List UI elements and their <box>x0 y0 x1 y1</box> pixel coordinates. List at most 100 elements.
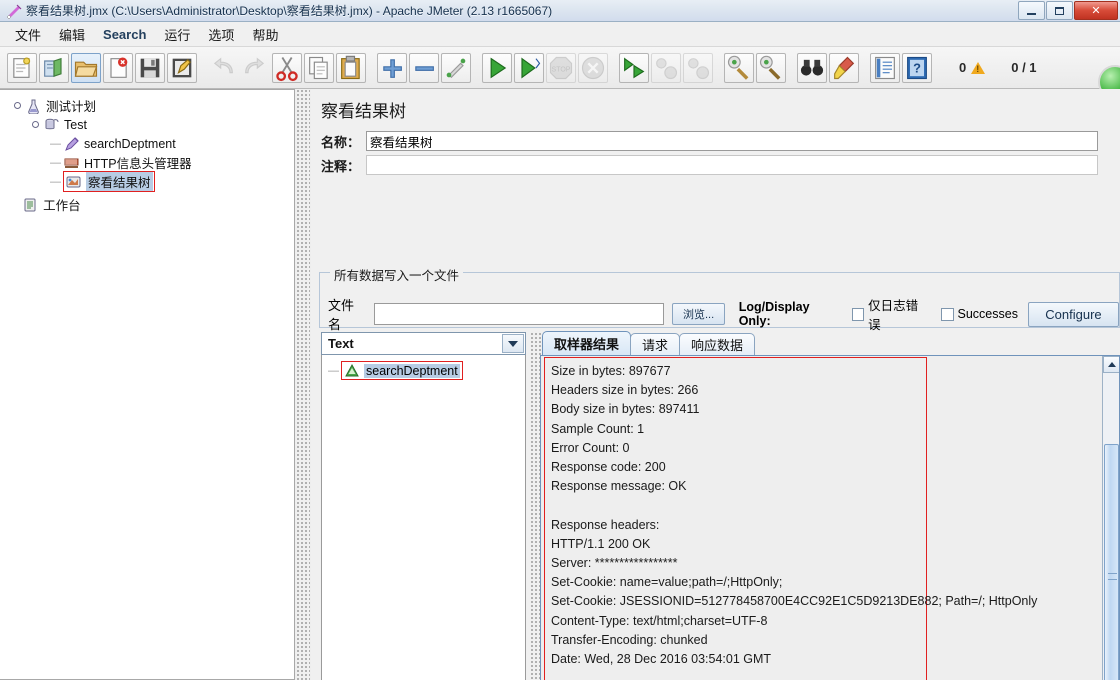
response-line: Response code: 200 <box>551 460 666 475</box>
comment-input[interactable] <box>366 155 1099 175</box>
svg-text:STOP: STOP <box>552 66 571 73</box>
renderer-combo[interactable]: Text <box>321 332 526 355</box>
tree-node-thread-group[interactable]: Test <box>6 115 294 134</box>
menu-edit[interactable]: 编辑 <box>50 22 94 47</box>
maximize-button[interactable] <box>1046 1 1073 20</box>
search-button[interactable] <box>797 52 827 83</box>
help-button[interactable]: ? <box>902 52 932 83</box>
start-no-pause-button[interactable] <box>514 52 544 83</box>
reset-search-button[interactable] <box>829 52 859 83</box>
sample-result-tree[interactable]: — searchDeptment <box>321 355 526 680</box>
copy-button[interactable] <box>304 52 334 83</box>
shutdown-button[interactable] <box>578 52 608 83</box>
open-button[interactable] <box>71 52 101 83</box>
thread-counter: 0 / 1 <box>1011 60 1037 75</box>
browse-button[interactable]: 浏览... <box>672 303 725 325</box>
title-bar: 察看结果树.jmx (C:\Users\Administrator\Deskto… <box>0 0 1120 22</box>
scrollbar-thumb[interactable] <box>1104 444 1119 680</box>
expander-icon[interactable] <box>32 120 41 129</box>
warning-triangle-icon <box>971 61 986 74</box>
start-remote-button[interactable] <box>619 52 649 83</box>
menu-help[interactable]: 帮助 <box>243 22 287 47</box>
sample-row[interactable]: — searchDeptment <box>322 361 525 380</box>
tree-node-label: Test <box>64 117 87 132</box>
toggle-button[interactable] <box>441 52 471 83</box>
response-line-blank <box>551 496 926 515</box>
cut-button[interactable] <box>272 52 302 83</box>
http-sampler-icon <box>63 136 80 152</box>
view-results-tree-icon <box>65 174 82 190</box>
menu-options[interactable]: 选项 <box>199 22 243 47</box>
jmeter-window: 察看结果树.jmx (C:\Users\Administrator\Deskto… <box>0 0 1120 680</box>
function-helper-button[interactable] <box>870 52 900 83</box>
undo-button[interactable] <box>208 53 238 83</box>
tab-request[interactable]: 请求 <box>630 333 681 355</box>
tree-node-workbench[interactable]: 工作台 <box>6 195 294 214</box>
chevron-down-icon[interactable] <box>502 334 524 353</box>
response-line: Server: ***************** <box>551 556 678 571</box>
error-counter: 0 <box>959 60 986 75</box>
workbench-icon <box>22 197 39 213</box>
configure-button[interactable]: Configure <box>1027 301 1119 327</box>
redo-button[interactable] <box>240 53 270 83</box>
tree-node-label: 测试计划 <box>46 100 97 114</box>
window-title: 察看结果树.jmx (C:\Users\Administrator\Deskto… <box>26 4 553 18</box>
thread-group-icon <box>43 117 60 133</box>
scroll-up-icon[interactable] <box>1103 356 1119 373</box>
svg-text:?: ? <box>913 60 921 75</box>
successes-label: Successes <box>957 307 1018 321</box>
successes-checkbox[interactable]: Successes <box>940 307 1018 321</box>
sampler-result-view[interactable]: Size in bytes: 897677 Headers size in by… <box>540 355 1120 680</box>
tab-sampler-result[interactable]: 取样器结果 <box>542 331 632 355</box>
minimize-button[interactable] <box>1018 1 1045 20</box>
main-split-divider[interactable] <box>296 89 310 680</box>
errors-only-label: 仅日志错误 <box>868 299 919 332</box>
stop-button[interactable]: STOP <box>546 52 576 83</box>
tree-node-header-manager[interactable]: — HTTP信息头管理器 <box>6 153 294 172</box>
tree-line: — <box>50 175 61 188</box>
menu-file[interactable]: 文件 <box>6 22 50 47</box>
clear-all-button[interactable] <box>756 52 786 83</box>
errors-only-checkbox[interactable]: 仅日志错误 <box>851 295 929 333</box>
expander-icon[interactable] <box>14 101 23 110</box>
start-button[interactable] <box>482 52 512 83</box>
clear-button[interactable] <box>724 52 754 83</box>
results-right-panel: 取样器结果 请求 响应数据 Size in bytes: 897677 Head… <box>540 331 1120 680</box>
new-button[interactable] <box>7 52 37 83</box>
test-plan-tree[interactable]: 测试计划 Test — searchDeptment — HTTP信息头管理器 … <box>0 90 294 214</box>
expand-all-button[interactable] <box>377 52 407 83</box>
response-line: Response headers: <box>551 517 660 532</box>
menu-search[interactable]: Search <box>94 24 155 45</box>
response-line: Content-Type: text/html;charset=UTF-8 <box>551 613 768 628</box>
filename-label: 文件名 <box>328 298 355 332</box>
response-line: Set-Cookie: JSESSIONID=512778458700E4CC9… <box>551 594 1038 609</box>
templates-button[interactable] <box>39 52 69 83</box>
save-as-button[interactable] <box>167 52 197 83</box>
stop-remote-button[interactable] <box>651 52 681 83</box>
tree-node-label: HTTP信息头管理器 <box>84 157 192 171</box>
save-button[interactable] <box>135 52 165 83</box>
results-left-panel: Text — searchDeptment <box>321 332 526 680</box>
checkbox-box <box>851 307 865 321</box>
close-button[interactable]: ✕ <box>1074 1 1118 20</box>
response-vertical-scrollbar[interactable] <box>1102 356 1119 680</box>
tree-node-test-plan[interactable]: 测试计划 <box>6 96 294 115</box>
collapse-all-button[interactable] <box>409 52 439 83</box>
shutdown-remote-button[interactable] <box>683 52 713 83</box>
result-tabs: 取样器结果 请求 响应数据 <box>540 331 1120 355</box>
response-line: Transfer-Encoding: chunked <box>551 632 708 647</box>
paste-button[interactable] <box>336 52 366 83</box>
selection-highlight-box: searchDeptment <box>341 361 463 380</box>
response-line: Error Count: 0 <box>551 440 630 455</box>
test-plan-icon <box>25 98 42 114</box>
tab-response-data[interactable]: 响应数据 <box>679 333 756 355</box>
tree-node-label: 察看结果树 <box>86 172 153 191</box>
response-text-highlight: Size in bytes: 897677 Headers size in by… <box>544 357 1038 680</box>
name-input[interactable]: 察看结果树 <box>366 131 1099 151</box>
tree-node-searchdeptment[interactable]: — searchDeptment <box>6 134 294 153</box>
filename-input[interactable] <box>373 303 665 325</box>
close-document-button[interactable] <box>103 52 133 83</box>
tree-node-view-results-tree[interactable]: — 察看结果树 <box>6 171 294 192</box>
menu-run[interactable]: 运行 <box>155 22 199 47</box>
test-plan-tree-panel: 测试计划 Test — searchDeptment — HTTP信息头管理器 … <box>0 89 295 680</box>
